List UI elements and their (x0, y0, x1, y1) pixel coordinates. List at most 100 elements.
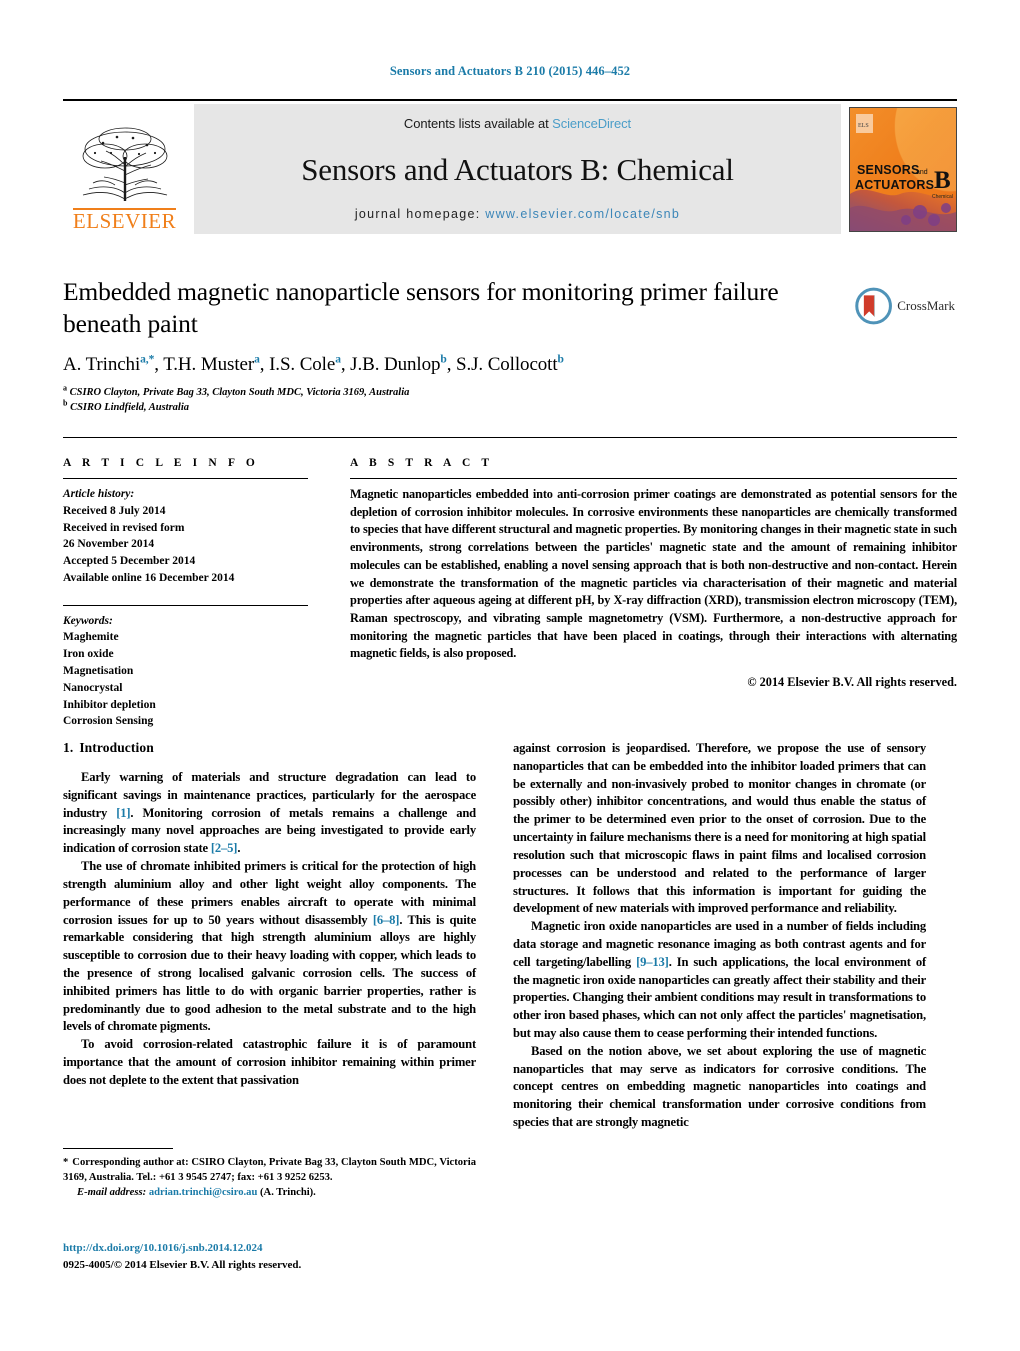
history-item: Accepted 5 December 2014 (63, 555, 196, 568)
keyword-item: Maghemite (63, 631, 119, 644)
running-head: Sensors and Actuators B 210 (2015) 446–4… (389, 64, 631, 78)
section-heading-introduction: 1. Introduction (63, 740, 476, 756)
journal-title: Sensors and Actuators B: Chemical (301, 151, 734, 187)
sciencedirect-link[interactable]: ScienceDirect (552, 116, 631, 131)
footnote-block: * Corresponding author at: CSIRO Clayton,… (63, 1148, 476, 1200)
paragraph: against corrosion is jeopardised. Theref… (513, 740, 926, 918)
citation-link[interactable]: [9–13] (636, 955, 669, 969)
article-info-heading: A R T I C L E I N F O (63, 457, 259, 469)
abstract-copyright: © 2014 Elsevier B.V. All rights reserved… (747, 675, 957, 690)
email-link[interactable]: adrian.trinchi@csiro.au (149, 1187, 258, 1198)
keywords-block: Keywords: Maghemite Iron oxide Magnetisa… (63, 604, 308, 730)
svg-text:B: B (934, 167, 951, 194)
journal-homepage-line: journal homepage: www.elsevier.com/locat… (355, 207, 680, 221)
author-entry: A. Trinchia,* (63, 354, 154, 375)
doi-block: http://dx.doi.org/10.1016/j.snb.2014.12.… (63, 1240, 483, 1273)
keyword-item: Iron oxide (63, 648, 114, 661)
article-history-title: Article history: (63, 488, 135, 500)
svg-text:Chemical: Chemical (932, 194, 953, 200)
journal-cover-art: ELS SENSORS and ACTUATORS B Chemical (850, 107, 956, 231)
citation-link[interactable]: [6–8] (373, 913, 400, 927)
author-list: A. Trinchia,*, T.H. Mustera, I.S. Colea,… (63, 354, 843, 377)
affiliation-text: CSIRO Clayton, Private Bag 33, Clayton S… (69, 387, 410, 399)
homepage-label: journal homepage: (354, 207, 481, 221)
corresponding-author-text: Corresponding author at: CSIRO Clayton, … (63, 1157, 476, 1184)
author-marks: a,* (140, 353, 155, 366)
journal-masthead: ELSEVIER Contents lists available at Sci… (63, 99, 957, 234)
paragraph: Early warning of materials and structure… (63, 769, 476, 858)
divider (63, 478, 308, 479)
article-history-list: Received 8 July 2014 Received in revised… (63, 503, 308, 587)
history-item: Received in revised form (63, 521, 185, 534)
email-note: E-mail address: adrian.trinchi@csiro.au … (63, 1185, 476, 1200)
author-sep: , (154, 354, 164, 376)
keyword-item: Magnetisation (63, 665, 134, 678)
paragraph: To avoid corrosion-related catastrophic … (63, 1036, 476, 1089)
citation-link[interactable]: [2–5] (211, 841, 238, 855)
affiliation-text: CSIRO Lindfield, Australia (70, 401, 190, 413)
crossmark-icon (855, 287, 892, 325)
elsevier-logo: ELSEVIER (63, 104, 186, 234)
text-run: Based on the notion above, we set about … (513, 1043, 926, 1130)
svg-text:ACTUATORS: ACTUATORS (855, 178, 934, 192)
svg-text:SENSORS: SENSORS (857, 163, 920, 177)
title-block: Embedded magnetic nanoparticle sensors f… (63, 276, 843, 416)
crossmark-label: CrossMark (897, 298, 955, 313)
abstract-text: Magnetic nanoparticles embedded into ant… (350, 487, 957, 661)
author-name: J.B. Dunlop (350, 354, 441, 376)
text-run: against corrosion is jeopardised. Theref… (513, 741, 926, 916)
history-item: 26 November 2014 (63, 538, 155, 551)
elsevier-wordmark: ELSEVIER (72, 207, 177, 233)
affiliation-item: b CSIRO Lindfield, Australia (63, 398, 843, 416)
footnote-star: * (63, 1157, 69, 1168)
author-sep: , (446, 354, 456, 376)
divider (63, 604, 308, 606)
svg-text:ELS: ELS (858, 123, 869, 129)
author-entry: J.B. Dunlopb (350, 354, 447, 375)
email-label: E-mail address: (77, 1187, 147, 1199)
keywords-title: Keywords: (63, 614, 113, 627)
author-sep: , (340, 354, 351, 376)
journal-cover-thumbnail: ELS SENSORS and ACTUATORS B Chemical (849, 106, 957, 232)
author-name: T.H. Muster (163, 354, 255, 376)
section-label: Introduction (79, 740, 154, 755)
svg-text:and: and (916, 169, 928, 176)
divider (350, 478, 957, 479)
crossmark-badge[interactable]: CrossMark (855, 283, 955, 329)
keyword-item: Nanocrystal (63, 681, 123, 694)
author-entry: T.H. Mustera (163, 354, 260, 375)
text-run: . (237, 841, 241, 856)
page-title: Embedded magnetic nanoparticle sensors f… (63, 277, 779, 339)
text-run: To avoid corrosion-related catastrophic … (63, 1037, 476, 1087)
affiliation-list: a CSIRO Clayton, Private Bag 33, Clayton… (63, 383, 843, 416)
keyword-item: Corrosion Sensing (63, 715, 154, 728)
author-name: I.S. Cole (269, 354, 336, 376)
author-name: S.J. Collocott (456, 354, 558, 376)
affiliation-item: a CSIRO Clayton, Private Bag 33, Clayton… (63, 383, 843, 401)
issn-copyright-line: 0925-4005/© 2014 Elsevier B.V. All right… (63, 1258, 302, 1271)
author-name: A. Trinchi (63, 354, 141, 376)
email-owner: (A. Trinchi). (260, 1187, 316, 1199)
article-info-column: A R T I C L E I N F O Article history: R… (63, 457, 308, 730)
author-marks: b (557, 353, 564, 366)
left-column: 1. Introduction Early warning of material… (63, 740, 476, 1090)
citation-link[interactable]: [1] (116, 806, 130, 820)
contents-available-line: Contents lists available at ScienceDirec… (404, 116, 631, 131)
paragraph: Magnetic iron oxide nanoparticles are us… (513, 918, 926, 1043)
affiliation-mark: b (63, 398, 68, 408)
homepage-url-link[interactable]: www.elsevier.com/locate/snb (485, 207, 680, 221)
paragraph: Based on the notion above, we set about … (513, 1043, 926, 1132)
abstract-heading: A B S T R A C T (350, 457, 494, 469)
history-item: Available online 16 December 2014 (63, 571, 235, 584)
contents-prefix: Contents lists available at (403, 116, 553, 131)
paragraph: The use of chromate inhibited primers is… (63, 858, 476, 1036)
keywords-list: Maghemite Iron oxide Magnetisation Nanoc… (63, 629, 308, 730)
author-entry: I.S. Colea (269, 354, 341, 375)
history-item: Received 8 July 2014 (63, 504, 166, 517)
footnote-divider (63, 1148, 173, 1149)
affiliation-mark: a (63, 383, 67, 393)
doi-link[interactable]: http://dx.doi.org/10.1016/j.snb.2014.12.… (63, 1240, 483, 1257)
journal-band: Contents lists available at ScienceDirec… (194, 104, 841, 234)
article-page: Sensors and Actuators B 210 (2015) 446–4… (0, 0, 1020, 1351)
section-number: 1. (63, 740, 74, 755)
